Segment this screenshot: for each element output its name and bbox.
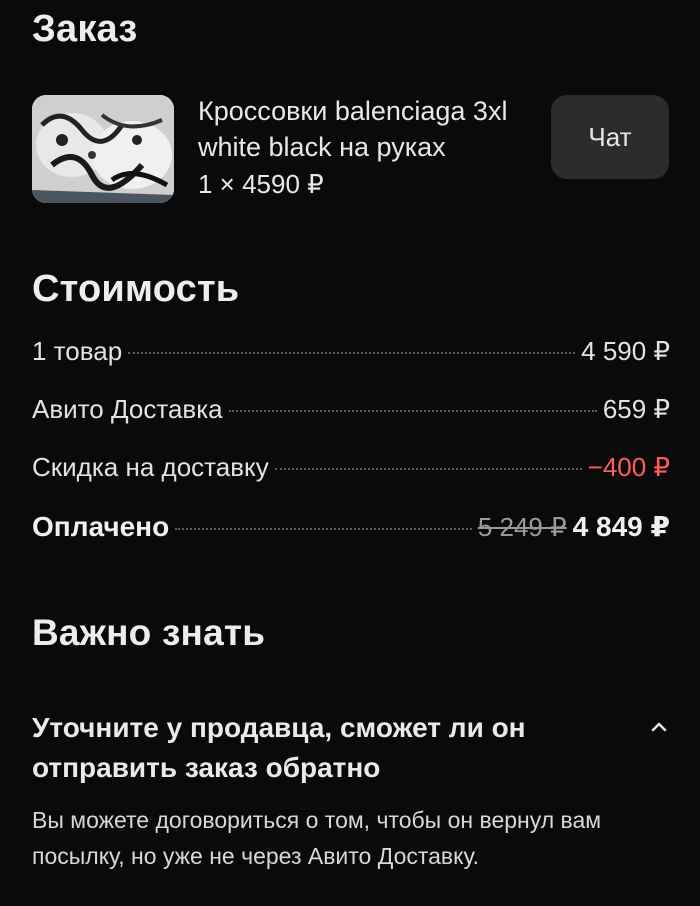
paid-label: Оплачено <box>32 511 170 542</box>
dotted-leader <box>175 528 472 530</box>
cost-breakdown: 1 товар 4 590 ₽ Авито Доставка 659 ₽ Ски… <box>32 336 670 568</box>
product-name[interactable]: Кроссовки balenciaga 3xl white black на … <box>198 93 538 165</box>
dotted-leader <box>274 468 582 470</box>
order-item[interactable]: Кроссовки balenciaga 3xl white black на … <box>32 93 672 205</box>
notice-accordion[interactable]: Уточните у продавца, сможет ли он отправ… <box>32 708 672 874</box>
chevron-up-icon[interactable] <box>648 716 670 738</box>
cost-label: Авито Доставка <box>32 394 223 424</box>
dotted-leader <box>128 352 576 354</box>
notice-body: Вы можете договориться о том, чтобы он в… <box>32 807 602 869</box>
old-price: 5 249 ₽ <box>477 512 567 542</box>
paid-value-group: 5 249 ₽4 849 ₽ <box>478 510 670 543</box>
important-title: Важно знать <box>32 612 266 653</box>
cost-label: Скидка на доставку <box>32 452 269 482</box>
cost-row-delivery-discount: Скидка на доставку −400 ₽ <box>32 452 670 510</box>
cost-value: 4 590 ₽ <box>581 336 670 366</box>
cost-label: 1 товар <box>32 336 123 366</box>
discount-value: −400 ₽ <box>587 452 670 482</box>
product-thumbnail[interactable] <box>32 95 174 203</box>
cost-row-delivery: Авито Доставка 659 ₽ <box>32 394 670 452</box>
dotted-leader <box>228 410 597 412</box>
cost-value: 659 ₽ <box>602 394 670 424</box>
notice-title[interactable]: Уточните у продавца, сможет ли он отправ… <box>32 708 592 788</box>
product-quantity-price: 1 × 4590 ₽ <box>198 169 324 199</box>
cost-row-paid: Оплачено 5 249 ₽4 849 ₽ <box>32 510 670 568</box>
chat-button[interactable]: Чат <box>551 95 669 179</box>
cost-row-items: 1 товар 4 590 ₽ <box>32 336 670 394</box>
cost-title: Стоимость <box>32 268 240 310</box>
sneaker-image <box>32 95 174 203</box>
order-title: Заказ <box>32 8 138 50</box>
paid-value: 4 849 ₽ <box>572 511 670 542</box>
